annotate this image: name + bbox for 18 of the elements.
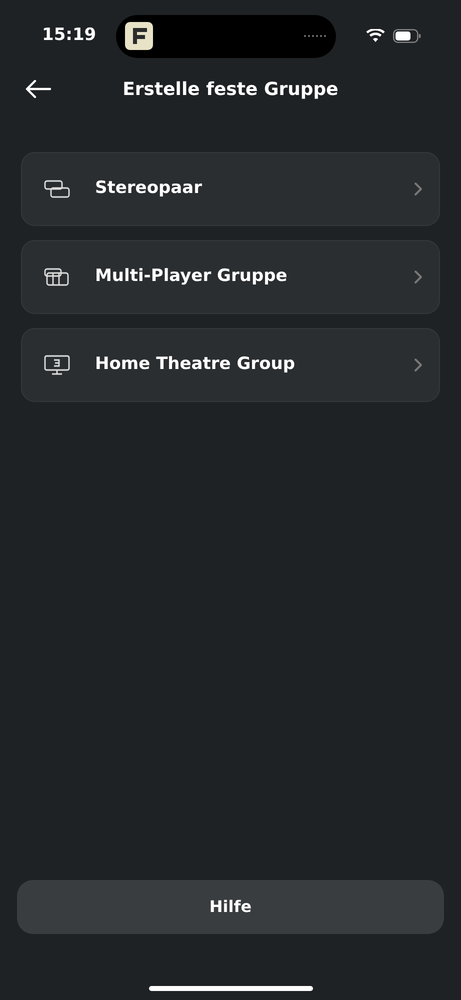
dots-icon xyxy=(303,34,327,38)
wifi-icon xyxy=(366,29,385,43)
chevron-icon xyxy=(414,182,423,196)
option-card[interactable]: Multi-Player Gruppe xyxy=(21,240,440,314)
chevron-icon xyxy=(414,270,423,284)
option-label: Multi-Player Gruppe xyxy=(95,265,288,288)
page-title: Erstelle feste Gruppe xyxy=(122,78,338,102)
help-button[interactable]: Hilfe xyxy=(17,880,444,934)
option-label: Home Theatre Group xyxy=(95,353,296,376)
status-time: 15:19 xyxy=(42,24,98,48)
option-card[interactable]: Stereopaar xyxy=(21,152,440,226)
option-label: Stereopaar xyxy=(95,177,203,200)
option-card[interactable]: Home Theatre Group xyxy=(21,328,440,402)
chevron-icon xyxy=(414,358,423,372)
battery-icon xyxy=(393,29,421,43)
speaker-pair-icon xyxy=(44,179,72,199)
app-icon xyxy=(125,22,153,50)
tv-icon xyxy=(44,355,72,375)
